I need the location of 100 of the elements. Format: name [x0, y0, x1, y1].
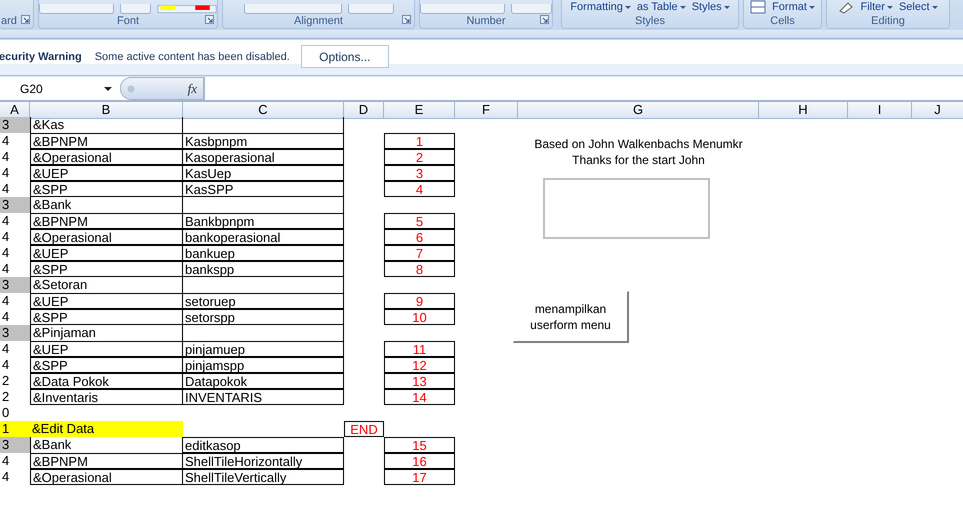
table-cell: &Kas: [30, 117, 183, 133]
column-header[interactable]: C: [183, 101, 344, 119]
note-text: Based on John Walkenbachs Menumkr: [534, 136, 743, 152]
column-header[interactable]: G: [518, 101, 759, 119]
table-cell: 16: [384, 453, 455, 469]
font-size-field[interactable]: [120, 4, 151, 14]
table-cell-text: 4: [1, 341, 10, 357]
table-cell: &SPP: [30, 181, 183, 197]
table-cell: KasUep: [183, 165, 344, 181]
ribbon-button[interactable]: as Table: [636, 1, 686, 14]
column-header[interactable]: D: [344, 101, 384, 119]
table-cell: INVENTARIS: [183, 389, 344, 405]
table-cell: 6: [384, 229, 455, 245]
table-cell: 1: [0, 421, 30, 437]
table-cell: 3: [0, 437, 30, 453]
table-cell: &Data Pokok: [30, 373, 183, 389]
table-cell: 15: [384, 437, 455, 453]
column-header[interactable]: E: [384, 101, 455, 119]
table-cell: &Pinjaman: [30, 325, 183, 341]
column-header[interactable]: J: [912, 101, 963, 119]
table-cell: bankoperasional: [183, 229, 344, 245]
align-control[interactable]: [244, 4, 342, 14]
table-cell: &Operasional: [30, 149, 183, 165]
table-cell-text: 4: [1, 357, 10, 373]
table-cell-text: 4: [1, 453, 10, 469]
dialog-launcher-icon[interactable]: [21, 15, 30, 24]
text-box[interactable]: [543, 178, 710, 239]
number-format-control[interactable]: [420, 4, 505, 14]
column-header[interactable]: I: [848, 101, 912, 119]
group-label: Styles: [635, 15, 665, 27]
table-cell-text: 4: [1, 181, 10, 197]
table-cell-text: 4: [1, 149, 10, 165]
table-cell-text: 4: [1, 229, 10, 245]
dropdown-arrow-icon: [104, 86, 112, 90]
dropdown-arrow-icon: [724, 6, 730, 9]
table-cell: 3: [0, 117, 30, 133]
dialog-launcher-icon[interactable]: [540, 15, 549, 24]
group-label: Cells: [770, 15, 795, 27]
table-cell: &UEP: [30, 245, 183, 261]
table-cell: pinjamuep: [183, 341, 344, 357]
table-cell: &BPNPM: [30, 133, 183, 149]
table-cell: &BPNPM: [30, 213, 183, 229]
table-cell: &UEP: [30, 341, 183, 357]
table-cell: KasSPP: [183, 181, 344, 197]
column-header[interactable]: F: [455, 101, 518, 119]
table-cell-text: 2: [1, 389, 10, 405]
group-label: Number: [466, 15, 506, 27]
table-cell: Bankbpnpm: [183, 213, 344, 229]
table-cell: setoruep: [183, 293, 344, 309]
table-cell-text: 4: [1, 165, 10, 181]
column-header[interactable]: B: [30, 101, 183, 119]
table-cell: &SPP: [30, 261, 183, 277]
table-cell: Kasbpnpm: [183, 133, 344, 149]
table-cell: 9: [384, 293, 455, 309]
font-name-field[interactable]: [39, 4, 114, 14]
table-cell: ShellTileHorizontally: [183, 453, 344, 469]
table-cell: 13: [384, 373, 455, 389]
indent-control[interactable]: [348, 4, 394, 14]
table-cell: &Setoran: [30, 277, 183, 293]
table-cell-text: 4: [1, 309, 10, 325]
dialog-launcher-icon[interactable]: [402, 15, 411, 24]
table-cell: 3: [384, 165, 455, 181]
group-label: Editing: [871, 15, 905, 27]
ribbon-button[interactable]: Styles: [692, 1, 730, 14]
group-label: ard: [1, 15, 17, 27]
table-cell: 2: [384, 149, 455, 165]
ribbon-button[interactable]: Format: [772, 1, 815, 14]
table-cell: 17: [384, 469, 455, 485]
table-cell: Datapokok: [183, 373, 344, 389]
dialog-launcher-icon[interactable]: [205, 15, 214, 24]
security-warning-message: Some active content has been disabled.: [94, 50, 290, 62]
dropdown-arrow-icon: [886, 6, 893, 9]
table-cell: &BPNPM: [30, 453, 183, 469]
dropdown-arrow-icon: [680, 6, 686, 9]
note-text: Thanks for the start John: [572, 152, 705, 168]
ribbon-button[interactable]: Formatting: [570, 1, 631, 14]
table-cell: 12: [384, 357, 455, 373]
table-cell-text: 4: [1, 293, 10, 309]
table-cell: 5: [384, 213, 455, 229]
eraser-icon: [838, 0, 854, 14]
table-cell: 3: [0, 325, 30, 341]
table-cell: &SPP: [30, 309, 183, 325]
macro-button[interactable]: menampilkan userform menu: [513, 291, 629, 343]
table-cell: &SPP: [30, 357, 183, 373]
table-cell-text: 2: [1, 373, 10, 389]
column-header[interactable]: H: [759, 101, 848, 119]
ribbon-button[interactable]: Filter: [860, 1, 893, 14]
ribbon-button[interactable]: Select: [898, 1, 938, 14]
table-cell: &Operasional: [30, 469, 183, 485]
table-cell: 1: [384, 133, 455, 149]
options-button[interactable]: Options...: [300, 45, 389, 68]
table-cell: setorspp: [183, 309, 344, 325]
table-cell: pinjamspp: [183, 357, 344, 373]
table-cell: &Operasional: [30, 229, 183, 245]
dropdown-arrow-icon: [624, 6, 631, 9]
dot-icon: [127, 84, 135, 92]
dropdown-arrow-icon: [932, 6, 938, 9]
table-cell: Kasoperasional: [183, 149, 344, 165]
table-cell-text: 4: [1, 213, 10, 229]
function-button[interactable]: fx: [120, 77, 204, 100]
